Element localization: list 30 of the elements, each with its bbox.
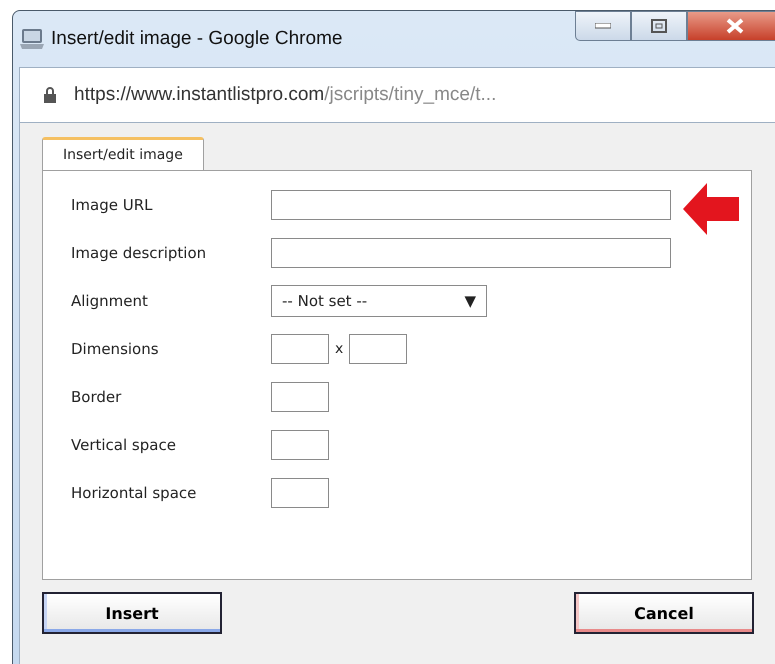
height-field[interactable]	[349, 334, 408, 364]
width-field[interactable]	[271, 334, 329, 364]
close-icon	[726, 18, 744, 34]
computer-icon	[19, 27, 45, 51]
restore-icon	[651, 19, 667, 33]
address-bar[interactable]: https://www.instantlistpro.com/jscripts/tiny_mce/t...	[19, 67, 775, 123]
text-field[interactable]	[271, 430, 329, 460]
text-field[interactable]	[271, 238, 671, 268]
field-label: Image URL	[71, 196, 154, 214]
cancel-button[interactable]: Cancel	[574, 592, 754, 634]
text-field[interactable]	[271, 382, 329, 412]
field-label: Dimensions	[71, 340, 160, 358]
field-label: Horizontal space	[71, 484, 198, 502]
separator-text: x	[335, 341, 344, 357]
text-field[interactable]	[271, 478, 329, 508]
alignment-dropdown[interactable]: -- Not set -- ▼	[271, 285, 487, 317]
url-text: https://www.instantlistpro.com/jscripts/tiny_mce/t...	[74, 84, 496, 106]
close-button[interactable]	[687, 11, 775, 41]
insert-button[interactable]: Insert	[42, 592, 222, 634]
field-label: Alignment	[71, 292, 149, 310]
maximize-button[interactable]	[631, 11, 687, 41]
tab[interactable]: Insert/edit image	[42, 137, 204, 170]
lock-icon	[44, 87, 56, 103]
field-label: Image description	[71, 244, 208, 262]
minimize-icon	[595, 23, 611, 29]
field-label: Vertical space	[71, 436, 177, 454]
field-label: Border	[71, 388, 122, 406]
minimize-button[interactable]	[575, 11, 631, 41]
text-field[interactable]	[271, 190, 671, 220]
window-title: Insert/edit image - Google Chrome	[51, 28, 342, 50]
